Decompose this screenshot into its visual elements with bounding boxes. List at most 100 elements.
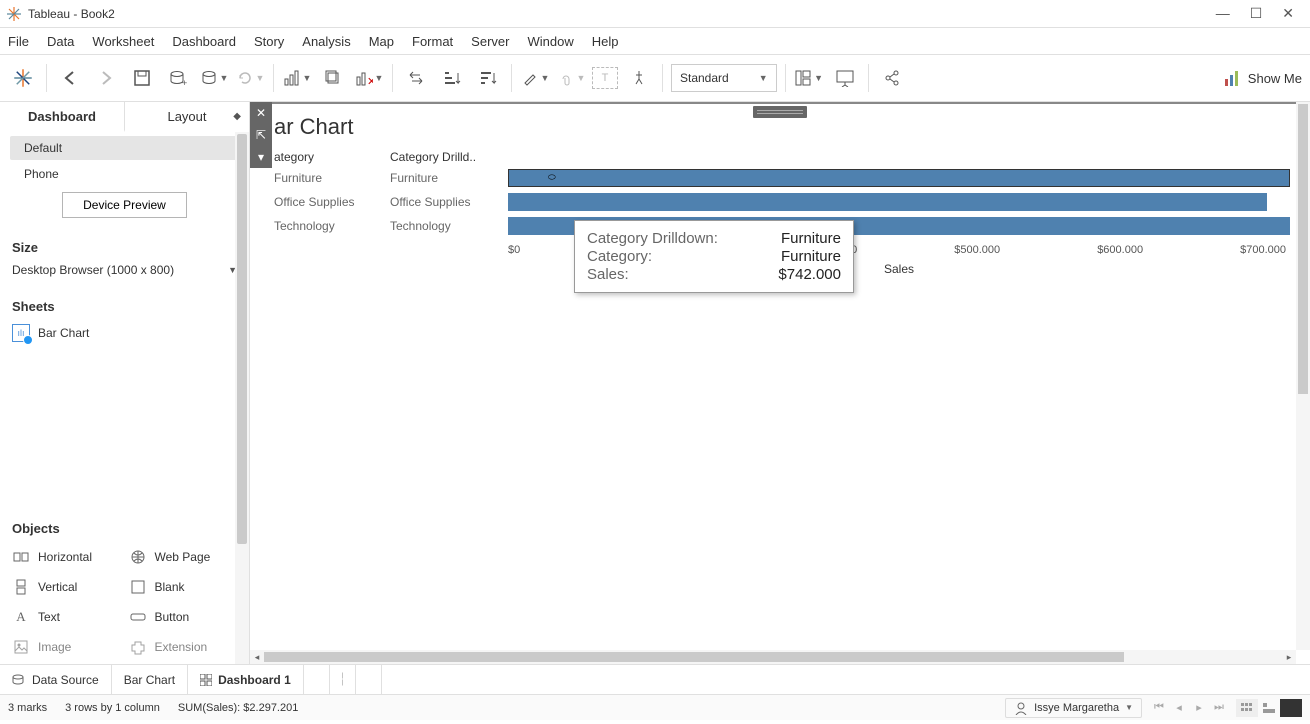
object-horizontal[interactable]: Horizontal <box>12 544 121 570</box>
sort-asc-button[interactable] <box>437 63 467 93</box>
data-source-icon <box>12 673 26 687</box>
refresh-button[interactable]: ▼ <box>235 63 265 93</box>
header-drilldown: Category Drilld.. <box>390 150 508 164</box>
sheets-heading: Sheets <box>0 291 249 318</box>
status-rows: 3 rows by 1 column <box>65 702 160 714</box>
menu-bar: File Data Worksheet Dashboard Story Anal… <box>0 28 1310 54</box>
menu-dashboard[interactable]: Dashboard <box>172 34 236 49</box>
object-extension[interactable]: Extension <box>129 634 238 660</box>
new-story-tab-button[interactable]: + <box>356 665 382 694</box>
user-icon <box>1014 701 1028 715</box>
new-worksheet-tab-button[interactable]: + <box>304 665 330 694</box>
worksheet-tabs: Data Source Bar Chart Dashboard 1 + + + <box>0 664 1310 694</box>
tab-layout[interactable]: Layout◆ <box>124 102 249 132</box>
device-phone[interactable]: Phone <box>10 162 239 186</box>
dashboard-icon <box>200 674 212 686</box>
tab-barchart[interactable]: Bar Chart <box>112 665 188 694</box>
globe-icon <box>129 548 147 566</box>
remove-from-dashboard-button[interactable]: ✕ <box>250 102 272 124</box>
sheet-nav[interactable]: ⏮◂▸⏭ <box>1150 701 1228 714</box>
sort-desc-button[interactable] <box>473 63 503 93</box>
title-bar: Tableau - Book2 — ☐ ✕ <box>0 0 1310 28</box>
text-icon: A <box>12 608 30 626</box>
objects-heading: Objects <box>0 513 249 540</box>
menu-map[interactable]: Map <box>369 34 394 49</box>
object-vertical[interactable]: Vertical <box>12 574 121 600</box>
maximize-button[interactable]: ☐ <box>1250 5 1263 22</box>
object-text[interactable]: AText <box>12 604 121 630</box>
sheet-bar-chart[interactable]: ılı Bar Chart <box>0 318 249 348</box>
menu-story[interactable]: Story <box>254 34 284 49</box>
tab-dashboard1[interactable]: Dashboard 1 <box>188 665 304 694</box>
status-sum: SUM(Sales): $2.297.201 <box>178 702 298 714</box>
hide-icon[interactable] <box>1280 699 1302 717</box>
tooltip: Category Drilldown:Furniture Category:Fu… <box>574 220 854 293</box>
tableau-logo-icon <box>6 6 22 22</box>
save-button[interactable] <box>127 63 157 93</box>
tabs-icon[interactable] <box>1258 699 1280 717</box>
duplicate-sheet-button[interactable] <box>318 63 348 93</box>
close-button[interactable]: ✕ <box>1282 5 1294 22</box>
tab-data-source[interactable]: Data Source <box>0 665 112 694</box>
menu-format[interactable]: Format <box>412 34 453 49</box>
swap-axes-button[interactable] <box>401 63 431 93</box>
back-button[interactable] <box>55 63 85 93</box>
status-bar: 3 marks 3 rows by 1 column SUM(Sales): $… <box>0 694 1310 720</box>
status-marks: 3 marks <box>8 702 47 714</box>
extension-icon <box>129 638 147 656</box>
tab-dashboard[interactable]: Dashboard <box>0 102 124 132</box>
worksheet-icon: ılı <box>12 324 30 342</box>
object-image[interactable]: Image <box>12 634 121 660</box>
size-heading: Size <box>0 232 249 259</box>
menu-worksheet[interactable]: Worksheet <box>92 34 154 49</box>
chart-title: ar Chart <box>272 110 1290 150</box>
cards-button[interactable]: ▼ <box>794 63 824 93</box>
attach-button[interactable]: ▼ <box>556 63 586 93</box>
show-me-button[interactable]: Show Me <box>1224 69 1302 87</box>
autosave-button[interactable]: ▼ <box>199 63 229 93</box>
minimize-button[interactable]: — <box>1216 5 1230 22</box>
menu-help[interactable]: Help <box>592 34 619 49</box>
forward-button[interactable] <box>91 63 121 93</box>
vertical-icon <box>12 578 30 596</box>
highlight-button[interactable]: ▼ <box>520 63 550 93</box>
filmstrip-icon[interactable] <box>1236 699 1258 717</box>
toolbar: + ▼ ▼ ▼ ✕▼ ▼ ▼ T Standard▼ ▼ Show Me <box>0 54 1310 102</box>
user-menu[interactable]: Issye Margaretha ▼ <box>1005 698 1142 718</box>
object-button[interactable]: Button <box>129 604 238 630</box>
pin-button[interactable] <box>624 63 654 93</box>
menu-analysis[interactable]: Analysis <box>302 34 350 49</box>
bar-row-office[interactable]: Office Supplies Office Supplies <box>272 190 1290 214</box>
fit-dropdown[interactable]: Standard▼ <box>671 64 777 92</box>
menu-window[interactable]: Window <box>527 34 573 49</box>
menu-file[interactable]: File <box>8 34 29 49</box>
menu-server[interactable]: Server <box>471 34 509 49</box>
go-to-sheet-button[interactable]: ⇱ <box>250 124 272 146</box>
share-button[interactable] <box>877 63 907 93</box>
svg-text:✕: ✕ <box>367 76 373 87</box>
text-box-button[interactable]: T <box>592 67 618 89</box>
clear-sheet-button[interactable]: ✕▼ <box>354 63 384 93</box>
horizontal-scrollbar[interactable]: ◂▸ <box>250 650 1296 664</box>
device-preview-button[interactable]: Device Preview <box>62 192 187 218</box>
presentation-button[interactable] <box>830 63 860 93</box>
vertical-scrollbar[interactable] <box>1296 102 1310 650</box>
device-default[interactable]: Default <box>10 136 239 160</box>
object-blank[interactable]: Blank <box>129 574 238 600</box>
menu-data[interactable]: Data <box>47 34 74 49</box>
bar-row-furniture[interactable]: Furniture Furniture ⬭ <box>272 166 1290 190</box>
tableau-start-icon[interactable] <box>8 63 38 93</box>
object-webpage[interactable]: Web Page <box>129 544 238 570</box>
new-data-button[interactable]: + <box>163 63 193 93</box>
left-scrollbar[interactable] <box>235 132 249 664</box>
show-me-icon <box>1224 69 1242 87</box>
more-options-button[interactable]: ▾ <box>250 146 272 168</box>
image-icon <box>12 638 30 656</box>
view-mode[interactable] <box>1236 699 1302 717</box>
button-icon <box>129 608 147 626</box>
new-worksheet-button[interactable]: ▼ <box>282 63 312 93</box>
size-dropdown[interactable]: Desktop Browser (1000 x 800)▼ <box>12 263 237 277</box>
window-title: Tableau - Book2 <box>28 7 115 21</box>
new-dashboard-tab-button[interactable]: + <box>330 665 356 694</box>
blank-icon <box>129 578 147 596</box>
